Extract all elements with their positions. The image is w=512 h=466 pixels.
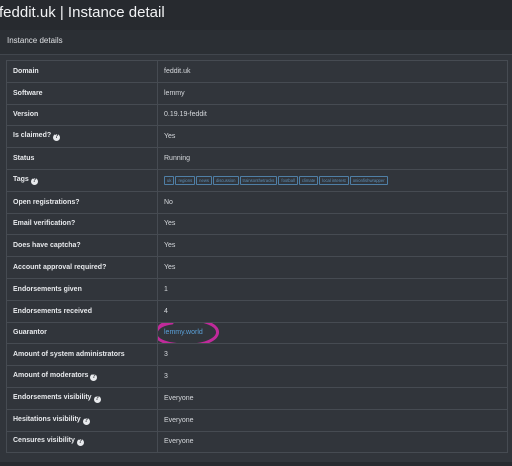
endorsements-received-value: 4: [157, 299, 508, 323]
version-label: Version: [6, 103, 158, 127]
endorsements-given-value: 1: [157, 277, 508, 301]
captcha-label: Does have captcha?: [6, 234, 158, 258]
tag-badge[interactable]: local interest: [319, 175, 349, 185]
software-value: lemmy: [157, 81, 508, 105]
account-approval-value: Yes: [157, 256, 508, 279]
bottom-edge: [0, 462, 512, 466]
endorsements-visibility-label: Endorsements visibility: [13, 393, 92, 401]
hesitations-visibility-label-cell: Hesitations visibility?: [6, 408, 158, 432]
instance-details-table: Domain feddit.uk Software lemmy Version …: [6, 60, 508, 454]
table-row: Does have captcha? Yes: [6, 234, 508, 258]
endorsements-visibility-value: Everyone: [157, 386, 508, 410]
table-row: Endorsements given 1: [6, 277, 508, 301]
tag-badge[interactable]: discussion: [212, 175, 239, 185]
is-claimed-value: Yes: [157, 125, 508, 149]
table-row: Status Running: [6, 147, 508, 170]
domain-label: Domain: [6, 60, 158, 83]
tags-value: uk regions news discussion trainsonthetracks…: [157, 168, 508, 192]
tag-badge[interactable]: regions: [175, 175, 196, 185]
table-row: Domain feddit.uk: [6, 60, 508, 83]
tags-label: Tags: [13, 175, 29, 183]
tag-badge[interactable]: football: [278, 175, 298, 185]
endorsements-visibility-label-cell: Endorsements visibility?: [6, 386, 158, 410]
table-row: Amount of system administrators 3: [6, 343, 508, 367]
tag-badge[interactable]: climate: [298, 175, 319, 185]
captcha-value: Yes: [157, 234, 508, 258]
tag-badge[interactable]: onionfishwrapper: [349, 175, 388, 185]
card-title: Instance details: [7, 36, 63, 45]
hesitations-visibility-value: Everyone: [157, 408, 508, 432]
help-icon[interactable]: ?: [93, 395, 101, 403]
guarantor-label: Guarantor: [6, 321, 158, 345]
instance-details-card: Instance details Domain feddit.uk Softwa…: [0, 30, 512, 466]
open-registrations-value: No: [157, 190, 508, 214]
tag-badge[interactable]: trainsonthetracks: [239, 175, 278, 185]
system-admins-value: 3: [157, 343, 508, 367]
version-value: 0.19.19-feddit: [157, 103, 508, 127]
moderators-label: Amount of moderators: [13, 372, 89, 380]
email-verification-label: Email verification?: [6, 212, 158, 236]
guarantor-wrap: lemmy.world: [158, 323, 219, 343]
table-row: Censures visibility? Everyone: [6, 430, 508, 454]
is-claimed-label: Is claimed?: [13, 132, 52, 140]
tag-badge[interactable]: news: [196, 175, 212, 185]
help-icon[interactable]: ?: [82, 417, 90, 425]
table-row: Guarantor lemmy.world: [6, 321, 508, 345]
censures-visibility-label: Censures visibility: [13, 437, 75, 445]
moderators-label-cell: Amount of moderators?: [6, 365, 158, 388]
guarantor-link[interactable]: lemmy.world: [164, 329, 203, 336]
table-row: Endorsements received 4: [6, 299, 508, 323]
moderators-value: 3: [157, 365, 508, 388]
table-row: Hesitations visibility? Everyone: [6, 408, 508, 432]
email-verification-value: Yes: [157, 212, 508, 236]
status-label: Status: [6, 147, 158, 170]
endorsements-received-label: Endorsements received: [6, 299, 158, 323]
censures-visibility-label-cell: Censures visibility?: [6, 430, 158, 454]
open-registrations-label: Open registrations?: [6, 190, 158, 214]
help-icon[interactable]: ?: [90, 374, 98, 382]
table-row: Account approval required? Yes: [6, 256, 508, 279]
software-label: Software: [6, 81, 158, 105]
tags-label-cell: Tags?: [6, 168, 158, 192]
guarantor-value-cell: lemmy.world: [157, 321, 508, 345]
help-icon[interactable]: ?: [53, 134, 61, 142]
account-approval-label: Account approval required?: [6, 256, 158, 279]
page-title: feddit.uk | Instance detail: [0, 4, 165, 21]
table-row: Is claimed?? Yes: [6, 125, 508, 149]
table-row: Amount of moderators? 3: [6, 365, 508, 388]
endorsements-given-label: Endorsements given: [6, 277, 158, 301]
tag-badge[interactable]: uk: [164, 175, 175, 185]
table-row: Open registrations? No: [6, 190, 508, 214]
help-icon[interactable]: ?: [30, 177, 38, 185]
hesitations-visibility-label: Hesitations visibility: [13, 415, 81, 423]
page-header: feddit.uk | Instance detail: [0, 0, 512, 30]
system-admins-label: Amount of system administrators: [6, 343, 158, 367]
help-icon[interactable]: ?: [76, 439, 84, 447]
domain-value: feddit.uk: [157, 60, 508, 83]
table-row: Endorsements visibility? Everyone: [6, 386, 508, 410]
table-row: Version 0.19.19-feddit: [6, 103, 508, 127]
status-value: Running: [157, 147, 508, 170]
table-row: Software lemmy: [6, 81, 508, 105]
table-row: Tags? uk regions news discussion trainsonthe…: [6, 168, 508, 192]
card-header: Instance details: [0, 30, 512, 55]
censures-visibility-value: Everyone: [157, 430, 508, 454]
table-row: Email verification? Yes: [6, 212, 508, 236]
is-claimed-label-cell: Is claimed??: [6, 125, 158, 149]
